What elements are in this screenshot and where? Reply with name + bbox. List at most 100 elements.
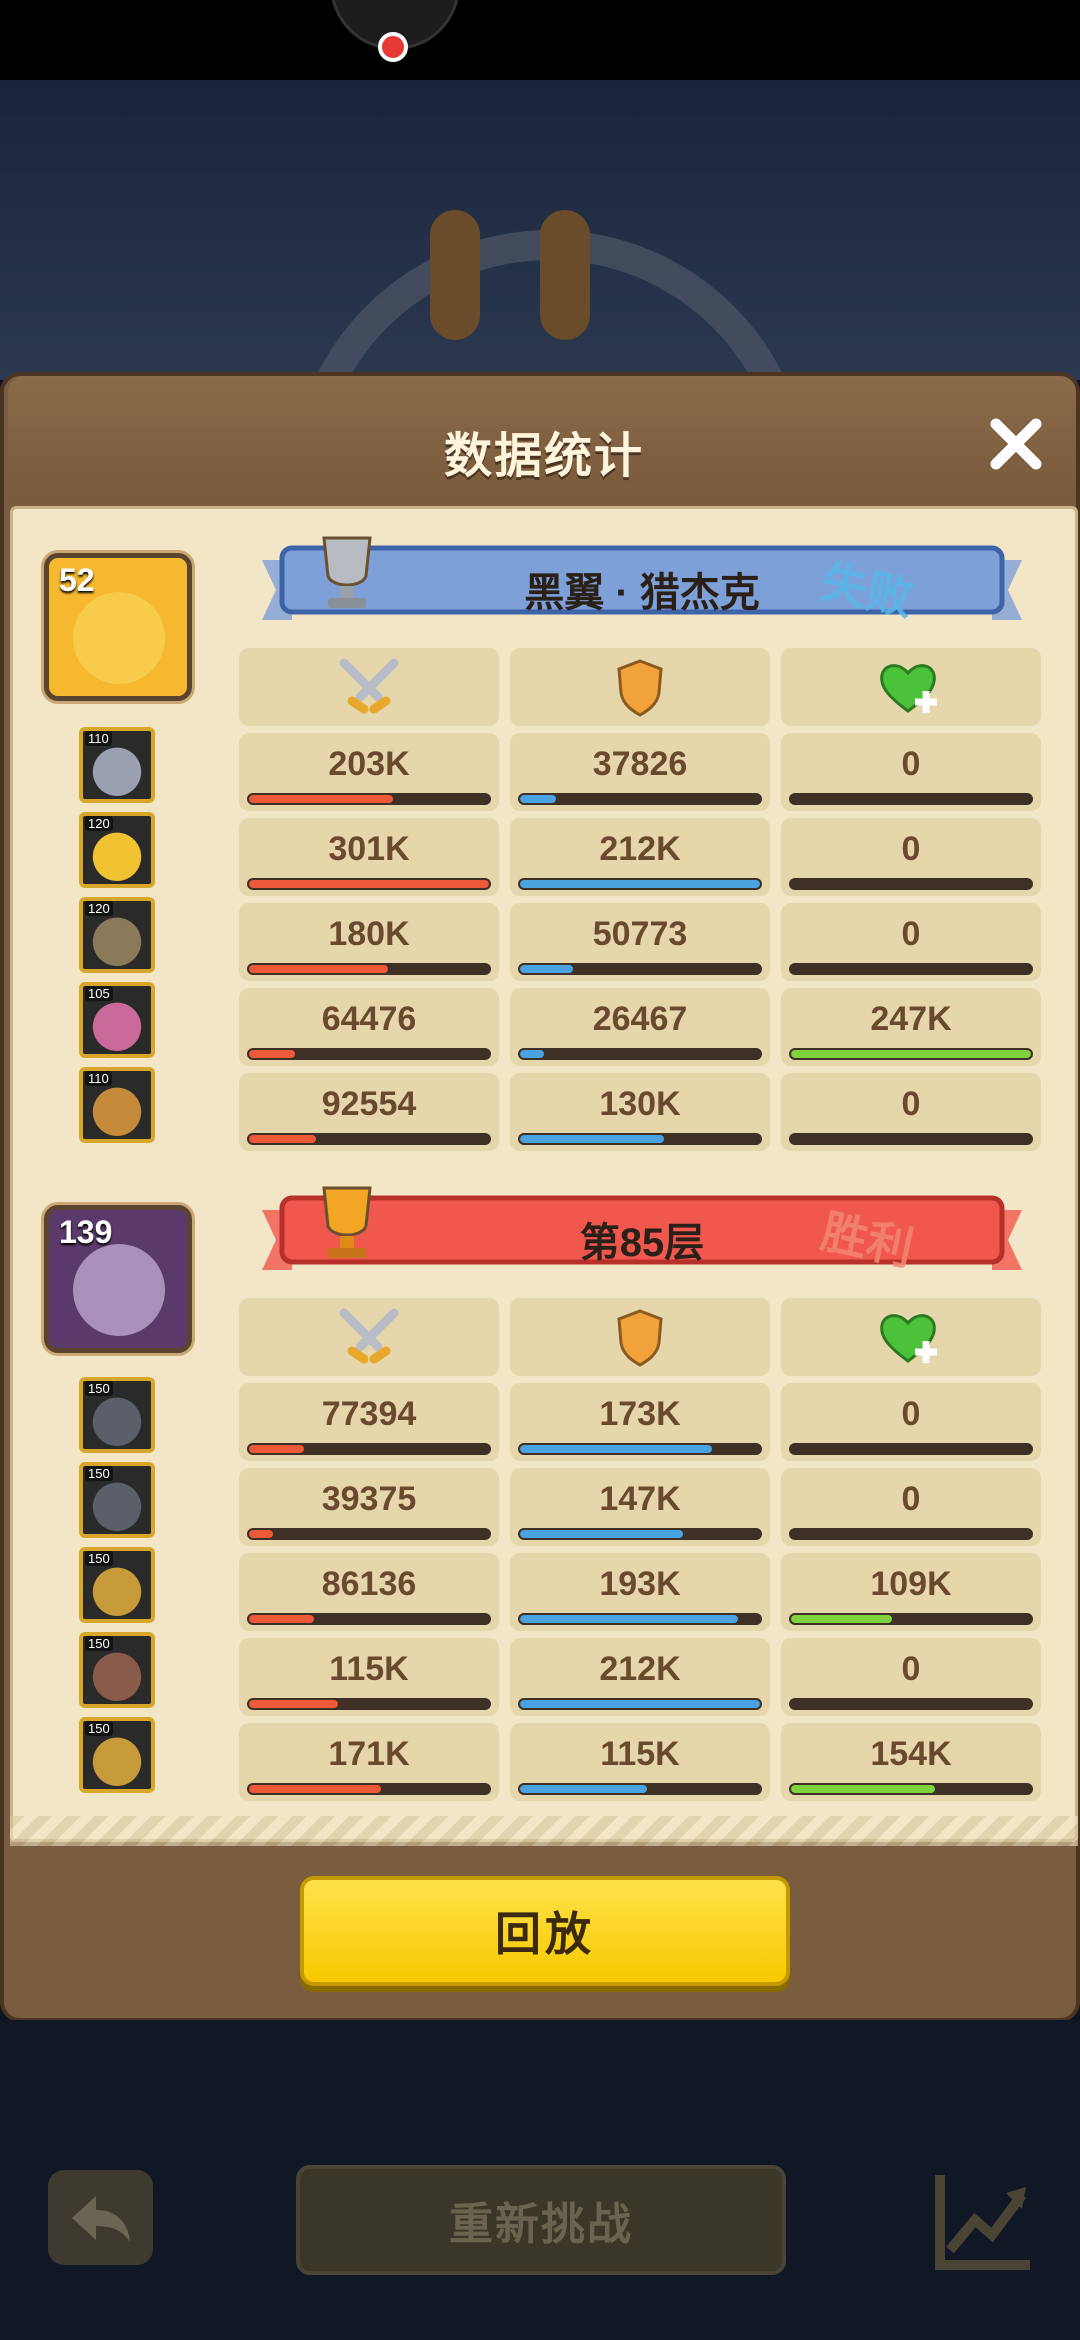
stat-bar-fill (520, 795, 556, 803)
replay-button[interactable]: 回放 (300, 1876, 790, 1986)
stat-value: 247K (870, 1000, 952, 1038)
stat-value: 64476 (321, 1000, 417, 1038)
damage-stat: 64476 (239, 988, 499, 1066)
stat-bar-fill (249, 1445, 305, 1453)
hero-level: 150 (85, 1381, 113, 1396)
leader-portrait[interactable]: 139 (44, 1205, 192, 1353)
shield-icon (617, 659, 663, 717)
stat-bar (789, 1048, 1033, 1060)
heal-stat: 154K (781, 1723, 1041, 1801)
leader-level: 139 (59, 1214, 113, 1250)
heal-stat: 0 (781, 1073, 1041, 1151)
stat-value: 0 (901, 745, 921, 783)
damage-stat: 171K (239, 1723, 499, 1801)
hero-portrait[interactable]: 110 (79, 727, 155, 803)
heal-column-header (781, 648, 1041, 726)
stat-value: 193K (599, 1565, 681, 1603)
stat-bar (518, 1048, 762, 1060)
stat-bar (247, 1048, 491, 1060)
heart-plus-icon (880, 664, 937, 713)
heal-stat: 0 (781, 1468, 1041, 1546)
trend-button[interactable] (930, 2165, 1040, 2275)
retry-button[interactable]: 重新挑战 (296, 2165, 786, 2275)
hero-level: 150 (85, 1721, 113, 1736)
stat-value: 92554 (321, 1085, 417, 1123)
leader-level: 52 (59, 562, 95, 598)
defense-column-header (510, 648, 770, 726)
stat-bar (247, 793, 491, 805)
hero-portrait[interactable]: 150 (79, 1462, 155, 1538)
hero-level: 120 (85, 816, 113, 831)
leader-avatar (73, 592, 165, 684)
stat-bar (518, 1528, 762, 1540)
stat-bar-fill (520, 880, 760, 888)
leader-avatar (73, 1244, 165, 1336)
stat-bar (247, 1613, 491, 1625)
defense-stat: 193K (510, 1553, 770, 1631)
leader-portrait[interactable]: 52 (44, 553, 192, 701)
damage-column-header (239, 648, 499, 726)
team-banner-defeat: 黑翼 · 猎杰克 失败 (262, 530, 1022, 630)
stat-bar-fill (249, 1700, 338, 1708)
hero-level: 120 (85, 901, 113, 916)
stat-value: 203K (328, 745, 410, 783)
damage-stat: 180K (239, 903, 499, 981)
stat-bar (247, 1528, 491, 1540)
back-button[interactable] (48, 2170, 153, 2265)
status-bar (0, 0, 1080, 80)
stat-bar-fill (249, 1050, 295, 1058)
stat-value: 26467 (592, 1000, 688, 1038)
hero-portrait[interactable]: 105 (79, 982, 155, 1058)
stat-bar-fill (249, 880, 489, 888)
stat-bar (789, 1698, 1033, 1710)
stat-value: 0 (901, 1395, 921, 1433)
stat-bar (518, 963, 762, 975)
defense-stat: 212K (510, 818, 770, 896)
hero-portrait[interactable]: 150 (79, 1632, 155, 1708)
defense-stat: 37826 (510, 733, 770, 811)
stat-bar (789, 1613, 1033, 1625)
stat-bar (789, 878, 1033, 890)
stat-bar-fill (520, 1785, 648, 1793)
back-arrow-icon (71, 2195, 130, 2242)
stat-bar-fill (520, 1615, 739, 1623)
stat-bar-fill (249, 1530, 273, 1538)
damage-stat: 92554 (239, 1073, 499, 1151)
stat-bar (518, 793, 762, 805)
stat-value: 147K (599, 1480, 681, 1518)
hero-level: 150 (85, 1466, 113, 1481)
stat-value: 115K (600, 1735, 680, 1773)
stat-value: 212K (599, 1650, 681, 1688)
stat-bar-fill (249, 1615, 314, 1623)
hero-portrait[interactable]: 120 (79, 897, 155, 973)
record-indicator-icon (378, 32, 408, 62)
panel-title: 数据统计 (443, 430, 644, 483)
decorative-fringe (10, 1816, 1078, 1846)
heart-plus-icon (880, 1314, 937, 1363)
hero-portrait[interactable]: 150 (79, 1717, 155, 1793)
hero-portrait[interactable]: 150 (79, 1547, 155, 1623)
stat-value: 180K (328, 915, 410, 953)
stat-value: 77394 (321, 1395, 417, 1433)
hero-portrait[interactable]: 110 (79, 1067, 155, 1143)
close-button[interactable] (982, 410, 1050, 478)
stat-value: 50773 (592, 915, 688, 953)
stat-bar-fill (249, 1785, 381, 1793)
stat-value: 37826 (592, 745, 688, 783)
damage-stat: 301K (239, 818, 499, 896)
stat-value: 86136 (321, 1565, 417, 1603)
stat-bar-fill (791, 1615, 892, 1623)
stat-value: 0 (901, 1085, 921, 1123)
stat-bar (518, 1783, 762, 1795)
crossed-swords-icon (339, 1308, 399, 1364)
damage-stat: 77394 (239, 1383, 499, 1461)
stat-value: 130K (599, 1085, 681, 1123)
hero-portrait[interactable]: 120 (79, 812, 155, 888)
stat-bar (247, 1783, 491, 1795)
hero-portrait[interactable]: 150 (79, 1377, 155, 1453)
stat-bar (789, 1783, 1033, 1795)
stat-bar-fill (520, 1135, 664, 1143)
team-banner-victory: 第85层 胜利 (262, 1180, 1022, 1280)
defense-stat: 115K (510, 1723, 770, 1801)
defense-stat: 50773 (510, 903, 770, 981)
